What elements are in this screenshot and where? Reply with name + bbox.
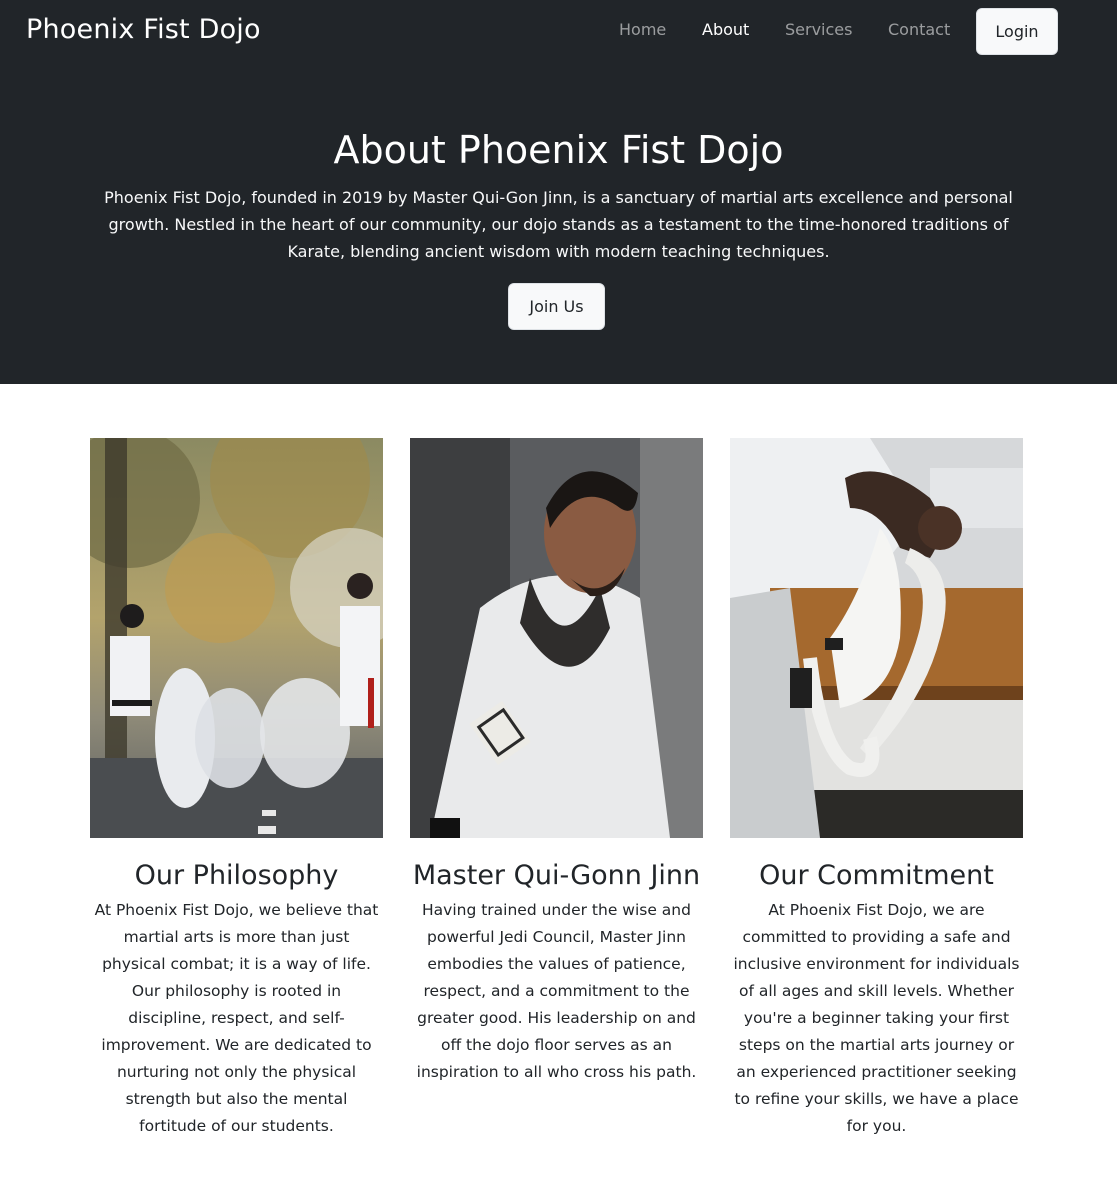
login-button[interactable]: Login [976,8,1058,55]
brand-logo[interactable]: Phoenix Fist Dojo [26,14,261,45]
white-belt-photo [730,438,1023,838]
nav-link-about[interactable]: About [702,20,749,39]
commitment-title: Our Commitment [759,860,994,891]
master-text: Having trained under the wise and powerf… [416,901,697,1081]
commitment-text: At Phoenix Fist Dojo, we are committed t… [733,901,1020,1135]
join-us-button[interactable]: Join Us [508,283,605,330]
hero-description: Phoenix Fist Dojo, founded in 2019 by Ma… [104,188,1013,261]
philosophy-text: At Phoenix Fist Dojo, we believe that ma… [94,901,379,1135]
hero-section: About Phoenix Fist Dojo Phoenix Fist Doj… [0,64,1117,384]
card-master: Master Qui-Gonn Jinn Having trained unde… [410,438,703,1086]
nav-link-home[interactable]: Home [619,20,666,39]
master-title: Master Qui-Gonn Jinn [412,860,701,891]
nav-link-services[interactable]: Services [785,20,852,39]
card-philosophy: Our Philosophy At Phoenix Fist Dojo, we … [90,438,383,1140]
navbar: Phoenix Fist Dojo Home About Services Co… [0,0,1117,64]
nav-link-contact[interactable]: Contact [888,20,950,39]
card-commitment: Our Commitment At Phoenix Fist Dojo, we … [730,438,1023,1140]
page-title: About Phoenix Fist Dojo [333,128,784,172]
karate-class-photo [90,438,383,838]
master-portrait-photo [410,438,703,838]
philosophy-title: Our Philosophy [134,860,339,891]
